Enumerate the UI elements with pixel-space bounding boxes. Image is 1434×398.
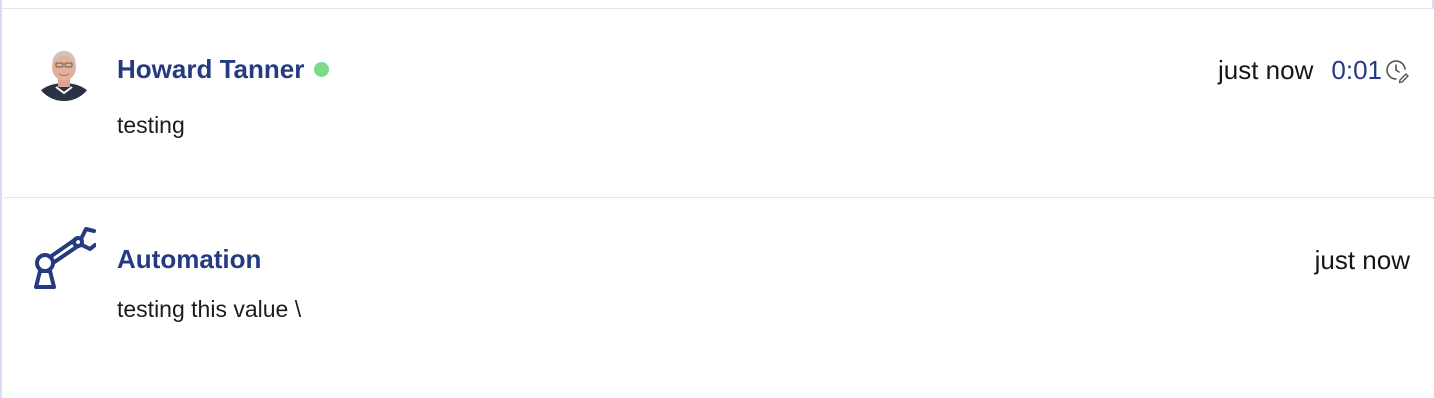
online-status-indicator — [314, 62, 330, 77]
author-name[interactable]: Howard Tanner — [117, 54, 330, 85]
robot-arm-icon — [34, 227, 96, 289]
avatar[interactable] — [34, 41, 94, 101]
clock-edit-icon[interactable] — [1384, 58, 1410, 84]
time-spent[interactable]: 0:01 — [1331, 55, 1382, 86]
author-name-label[interactable]: Automation — [117, 244, 261, 275]
user-photo-icon — [34, 41, 94, 101]
timestamp: just now — [1218, 55, 1314, 85]
entry-body: testing this value \ — [117, 296, 302, 322]
activity-feed: Howard Tanner just now 0:01 testing Auto… — [0, 0, 1434, 398]
author-name[interactable]: Automation — [117, 244, 261, 275]
entry-body: testing — [117, 112, 185, 138]
feed-entry: Automation just now testing this value \ — [4, 199, 1434, 398]
author-name-label[interactable]: Howard Tanner — [117, 54, 304, 85]
entry-meta: just now — [1315, 245, 1410, 276]
entry-meta: just now 0:01 — [1218, 55, 1410, 86]
timestamp: just now — [1314, 245, 1410, 275]
feed-entry: Howard Tanner just now 0:01 testing — [4, 9, 1434, 198]
